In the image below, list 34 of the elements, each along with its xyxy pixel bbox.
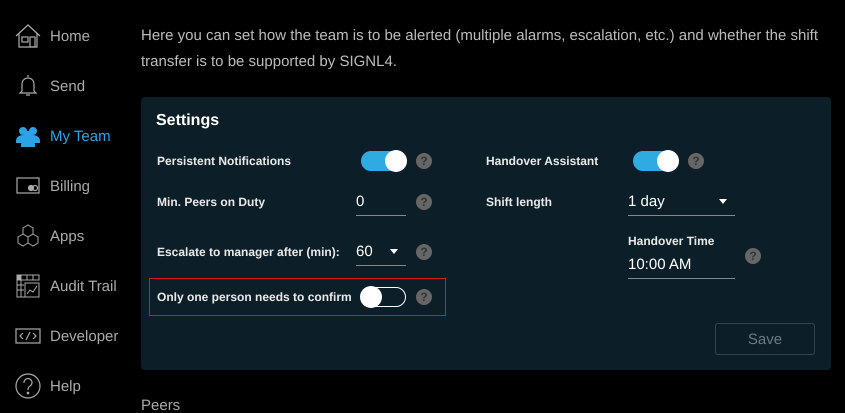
sidebar-item[interactable]: My Team — [0, 111, 130, 161]
toggle-switch[interactable] — [361, 151, 406, 171]
setting-label: Shift length — [486, 195, 553, 209]
house-icon — [15, 24, 41, 48]
input-field[interactable]: 0 — [356, 188, 406, 216]
caret-icon — [390, 249, 398, 254]
sidebar-item[interactable]: Audit Trail — [0, 261, 130, 311]
sidebar-item[interactable]: Billing — [0, 161, 130, 211]
caret-icon — [719, 199, 727, 204]
bell-icon — [18, 74, 38, 98]
sidebar-item[interactable]: Help — [0, 361, 130, 411]
table-chart-icon — [16, 274, 40, 298]
dropdown[interactable]: 60 — [356, 238, 406, 266]
sidebar-item[interactable]: Apps — [0, 211, 130, 261]
field-label: Handover Time — [628, 234, 716, 248]
section-title: Peers — [141, 397, 182, 413]
cubes-icon — [16, 224, 40, 248]
setting-label: Min. Peers on Duty — [157, 195, 266, 209]
panel-title: Settings — [156, 111, 220, 131]
card-icon — [16, 177, 40, 195]
help-icon — [15, 373, 41, 399]
time-field[interactable]: 10:00 AM — [628, 250, 735, 278]
toggle-switch[interactable] — [633, 151, 678, 171]
sidebar-item[interactable]: Send — [0, 61, 130, 111]
intro-text: Here you can set how the team is to be alerted (multiple alarms, escalation, etc.) and whether the shift transfer is to be supported by SIGNL4. — [141, 26, 820, 72]
setting-label: Escalate to manager after (min): — [157, 245, 341, 259]
setting-label: Only one person needs to confirm — [157, 290, 353, 304]
people-icon — [16, 125, 40, 147]
setting-label: Handover Assistant — [486, 154, 600, 168]
dropdown[interactable]: 1 day — [628, 188, 735, 216]
setting-label: Persistent Notifications — [157, 154, 292, 168]
sidebar-item[interactable]: Home — [0, 11, 130, 61]
sidebar-item[interactable]: Developer — [0, 311, 130, 361]
code-icon — [15, 328, 41, 344]
